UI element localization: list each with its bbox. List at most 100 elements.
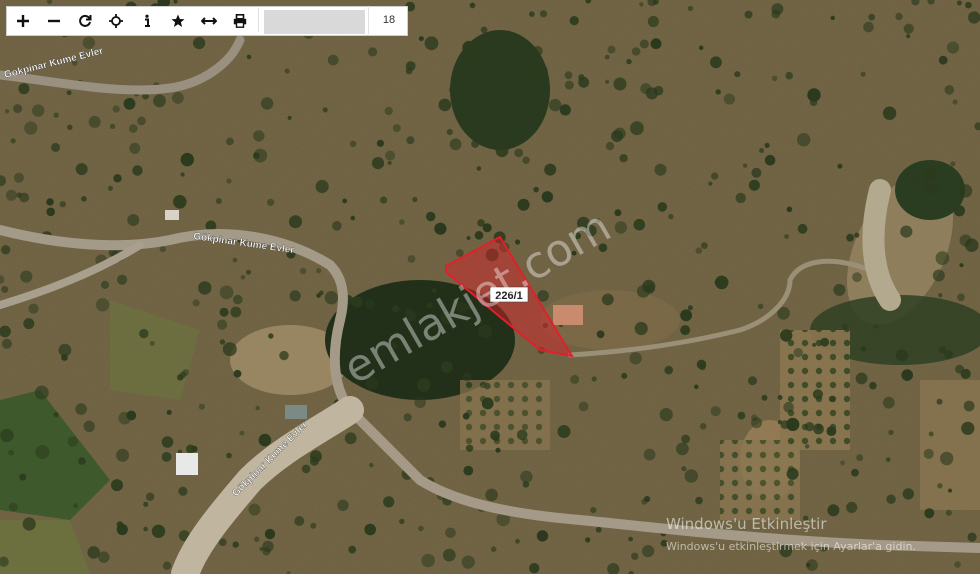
tree-canopy [710, 406, 721, 417]
tree-canopy [351, 296, 363, 308]
tree-canopy [132, 165, 143, 176]
tree-canopy [659, 408, 673, 422]
tree-canopy [868, 13, 876, 21]
windows-activation-subtitle: Windows'u etkinleştirmek için Ayarlar'a … [666, 540, 916, 553]
tree-canopy [959, 263, 964, 268]
tree-canopy [903, 23, 914, 34]
tree-canopy [219, 307, 229, 317]
tree-canopy [424, 36, 439, 51]
tree-canopy [940, 451, 954, 466]
tree-canopy [585, 537, 591, 543]
tree-canopy [230, 306, 242, 318]
tree-canopy [484, 382, 491, 390]
tree-canopy [337, 499, 349, 511]
tree-canopy [812, 342, 817, 347]
tree-canopy [348, 545, 357, 554]
tree-canopy [549, 98, 562, 112]
tree-canopy [647, 15, 660, 28]
tree-canopy [371, 157, 385, 170]
tree-canopy [100, 280, 110, 289]
tree-canopy [226, 178, 232, 184]
info-button[interactable] [131, 7, 162, 35]
tree-canopy [480, 26, 488, 34]
tree-canopy [173, 195, 187, 209]
tree-canopy [474, 231, 484, 240]
tree-canopy [944, 350, 953, 359]
building [176, 453, 198, 475]
tree-canopy [126, 410, 137, 421]
tree-canopy [696, 359, 707, 370]
tree-canopy [902, 488, 914, 500]
measure-button[interactable] [193, 7, 224, 35]
tree-canopy [455, 249, 464, 257]
tree-canopy [162, 561, 172, 570]
tree-canopy [219, 538, 227, 547]
tree-canopy [629, 352, 642, 365]
tree-canopy [129, 124, 138, 133]
tree-canopy [827, 504, 840, 517]
tree-canopy [23, 318, 35, 330]
tree-canopy [723, 93, 736, 105]
tree-canopy [315, 179, 329, 194]
crosshair-icon [108, 14, 123, 28]
search-box[interactable] [264, 10, 365, 34]
tree-canopy [631, 552, 639, 560]
print-icon [233, 14, 246, 28]
tree-canopy [161, 436, 174, 448]
tree-canopy [116, 521, 124, 528]
tree-canopy [143, 526, 148, 532]
tree-canopy [906, 34, 911, 39]
refresh-button[interactable] [69, 7, 100, 35]
zoom-in-button[interactable] [7, 7, 38, 35]
favorite-button[interactable] [162, 7, 193, 35]
tree-canopy [438, 98, 452, 112]
tree-canopy [936, 398, 943, 405]
tree-canopy [35, 445, 50, 459]
tree-canopy [923, 180, 931, 188]
tree-canopy [619, 154, 628, 163]
tree-canopy [957, 293, 965, 302]
tree-canopy [143, 501, 149, 507]
tree-canopy [852, 272, 862, 283]
tree-canopy [965, 1, 972, 9]
tree-canopy [418, 36, 424, 42]
tree-canopy [698, 45, 704, 51]
satellite-map[interactable]: 226/1 Gokpinar Kume Evler Gökpinar Kume … [0, 0, 980, 574]
tree-canopy [805, 444, 810, 449]
tree-canopy [159, 246, 166, 253]
tree-canopy [461, 555, 475, 569]
tree-canopy [495, 144, 509, 158]
tree-canopy [856, 454, 864, 462]
tree-canopy [232, 257, 238, 263]
tree-canopy [24, 121, 38, 135]
tree-canopy [895, 12, 903, 21]
tree-canopy [198, 403, 205, 410]
print-button[interactable] [224, 7, 255, 35]
tree-canopy [595, 526, 602, 533]
tree-canopy [51, 142, 61, 152]
tree-canopy [680, 325, 691, 336]
tree-canopy [129, 142, 141, 154]
tree-canopy [601, 293, 614, 306]
tree-canopy [639, 2, 644, 7]
tree-canopy [75, 163, 88, 176]
tree-canopy [226, 137, 234, 146]
tree-canopy [4, 109, 10, 114]
locate-button[interactable] [100, 7, 131, 35]
tree-canopy [112, 105, 120, 113]
tree-canopy [533, 186, 539, 193]
tree-canopy [107, 185, 113, 191]
tree-canopy [578, 74, 585, 81]
tree-canopy [735, 192, 746, 204]
tree-canopy [180, 152, 194, 167]
tree-canopy [32, 104, 45, 117]
zoom-out-button[interactable] [38, 7, 69, 35]
tree-canopy [950, 161, 956, 167]
tree-canopy [793, 347, 803, 358]
tree-canopy [539, 10, 548, 18]
tree-canopy [855, 372, 868, 385]
tree-canopy [289, 215, 302, 229]
tree-canopy [139, 328, 149, 339]
tree-canopy [607, 45, 616, 54]
tree-canopy [222, 342, 237, 357]
